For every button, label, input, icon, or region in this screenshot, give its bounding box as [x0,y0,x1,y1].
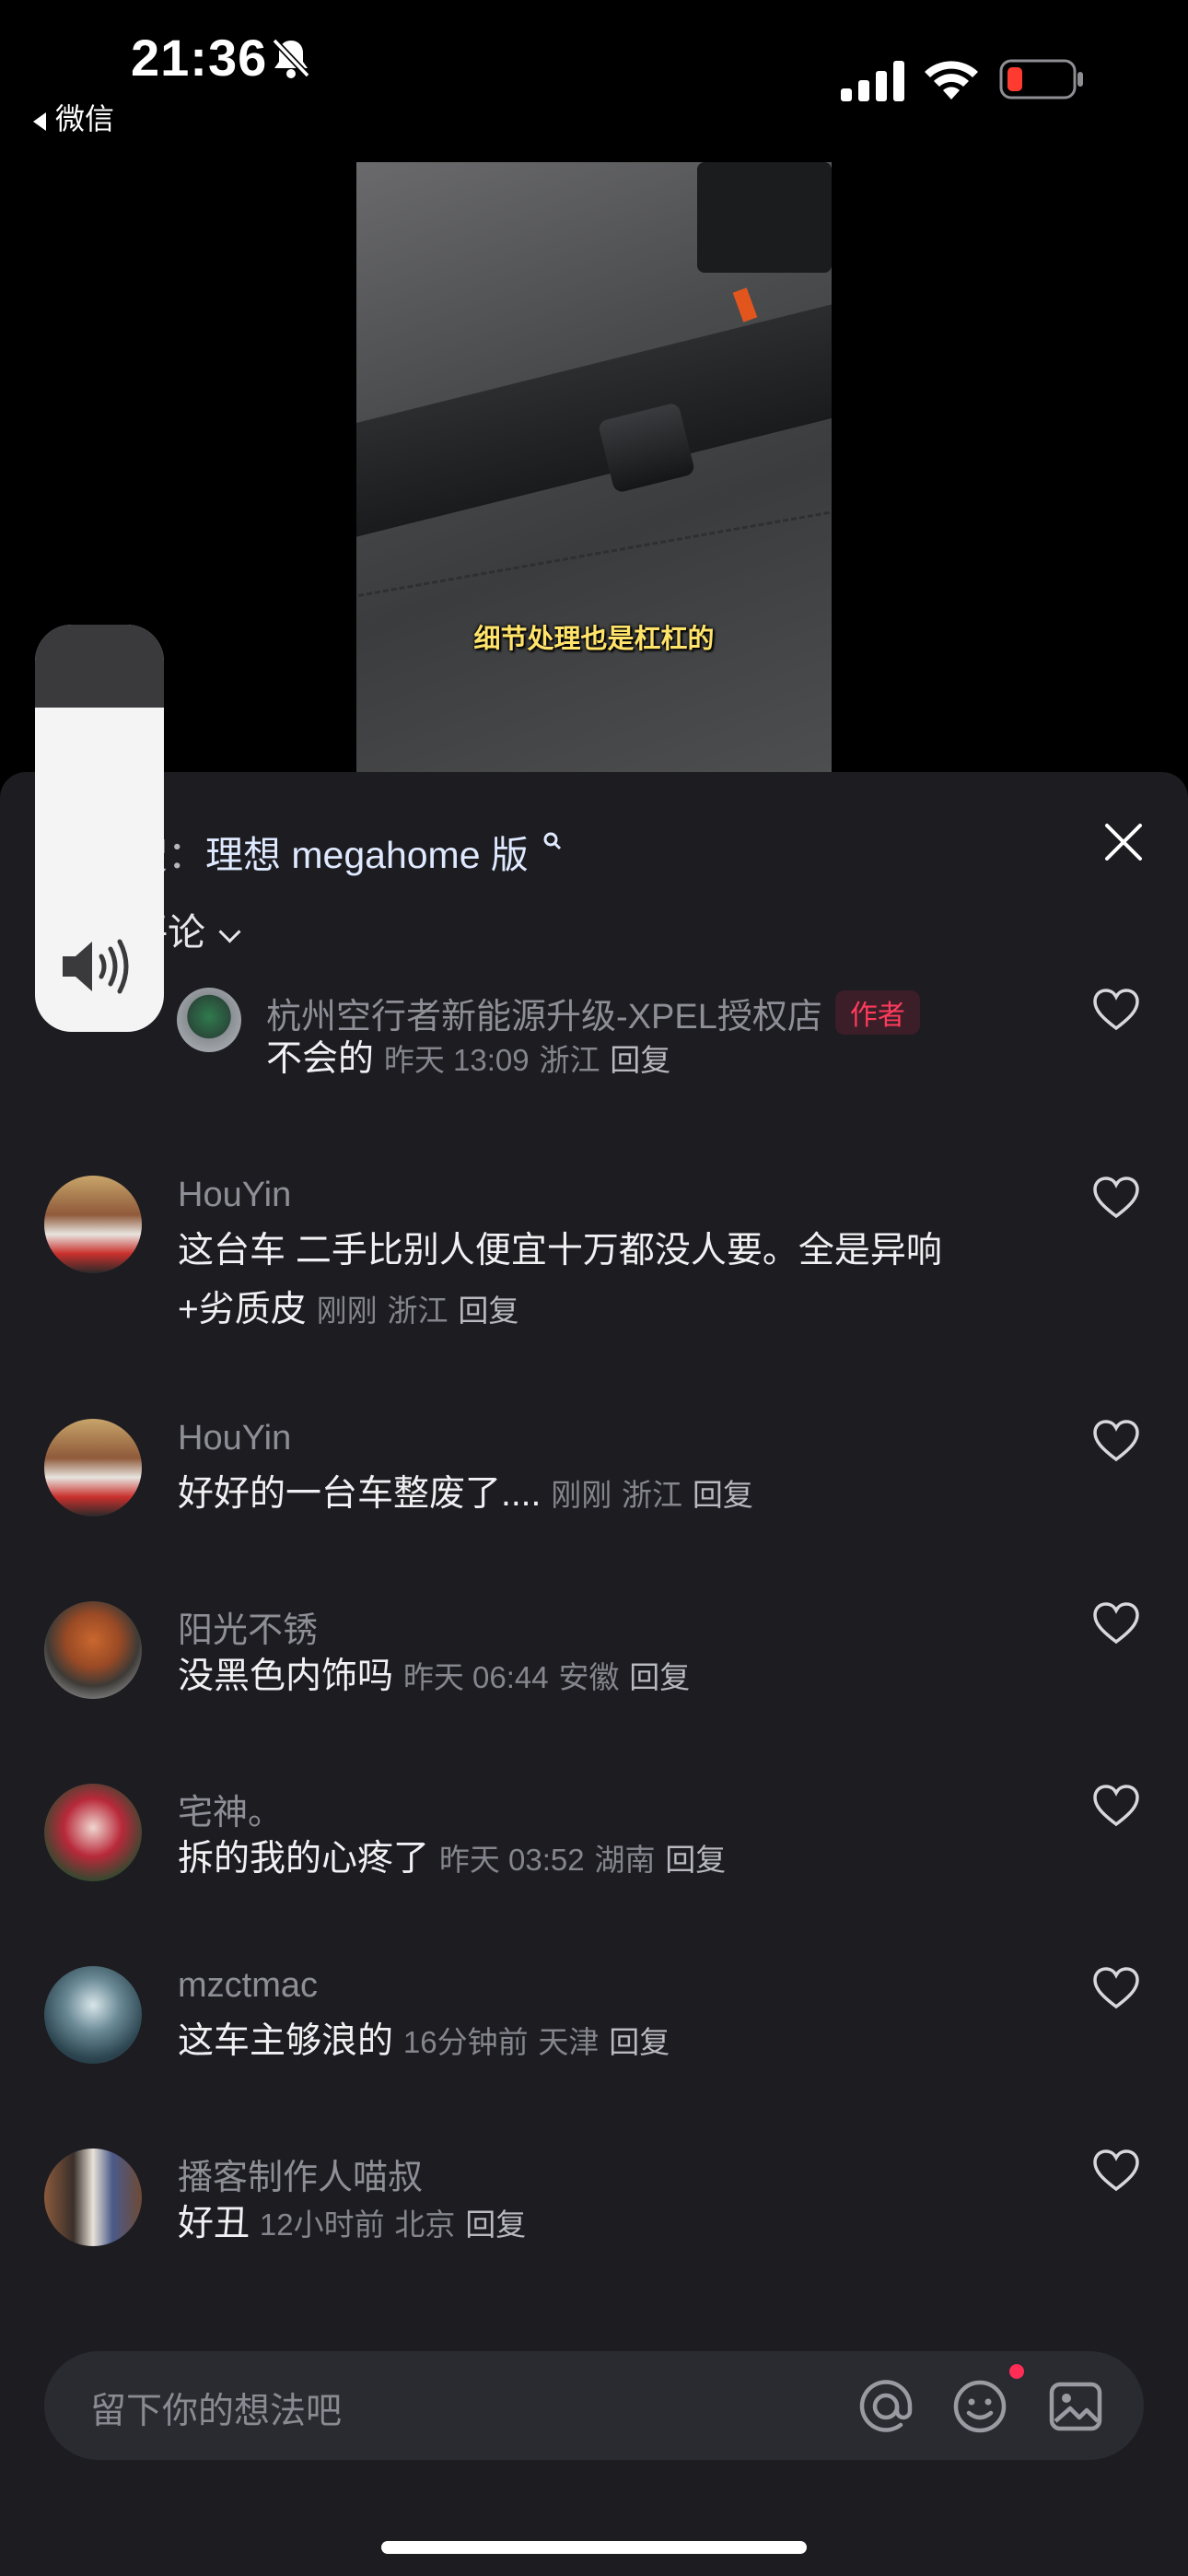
at-icon[interactable] [858,2379,914,2434]
comment-item: 阳光不锈 没黑色内饰吗 昨天 06:44 安徽 回复 [0,1601,1188,1712]
signal-icon [841,61,904,101]
bell-off-icon [272,38,310,78]
video-player[interactable]: 细节处理也是杠杠的 [356,162,832,772]
heart-icon[interactable] [1092,2149,1140,2193]
avatar[interactable] [44,1176,142,1273]
comment-username[interactable]: 阳光不锈 [178,1601,318,1652]
video-subtitle: 细节处理也是杠杠的 [473,625,715,654]
battery-icon [999,59,1083,100]
comment-username[interactable]: HouYin [178,1419,291,1458]
heart-icon[interactable] [1092,1966,1140,2010]
heart-icon[interactable] [1092,988,1140,1032]
speaker-icon [63,939,129,994]
search-icon [543,832,562,850]
comment-item: HouYin 好好的一台车整废了.... 刚刚 浙江 回复 [0,1419,1188,1529]
reply-button[interactable]: 回复 [458,1294,518,1328]
avatar[interactable] [177,988,241,1052]
comment-username[interactable]: HouYin [178,1176,291,1215]
comment-text[interactable]: 这台车 二手比别人便宜十万都没人要。全是异响 +劣质皮 刚刚 浙江 回复 [178,1222,942,1341]
heart-icon[interactable] [1092,1601,1140,1645]
comment-username[interactable]: 宅神。 [178,1784,283,1834]
comment-item: 宅神。 拆的我的心疼了 昨天 03:52 湖南 回复 [0,1784,1188,1894]
comment-text[interactable]: 这车主够浪的 16分钟前 天津 回复 [178,2012,670,2072]
comment-sheet: 在搜：理想 megahome 版 条评论 杭州空行者新能源升级-XPEL授权店作… [0,772,1188,2576]
comment-input-placeholder: 留下你的想法吧 [90,2392,343,2431]
comment-text[interactable]: 好好的一台车整废了.... 刚刚 浙江 回复 [178,1465,753,1525]
comment-text[interactable]: 没黑色内饰吗 昨天 06:44 安徽 回复 [178,1647,690,1707]
image-icon[interactable] [1048,2379,1103,2434]
back-to-wechat-link[interactable]: 微信 [33,96,114,138]
comment-item: mzctmac 这车主够浪的 16分钟前 天津 回复 [0,1966,1188,2077]
avatar[interactable] [44,1419,142,1516]
reply-button[interactable]: 回复 [610,1043,670,1077]
reply-button[interactable]: 回复 [609,2025,670,2059]
avatar[interactable] [44,1966,142,2064]
status-bar: 21:36 微信 [0,0,1188,147]
comment-input[interactable]: 留下你的想法吧 [44,2351,1144,2460]
back-arrow-icon [33,111,46,131]
wifi-icon [925,61,978,100]
avatar[interactable] [44,1601,142,1699]
author-badge: 作者 [834,990,920,1035]
comment-item: 杭州空行者新能源升级-XPEL授权店 作者 不会的 昨天 13:09 浙江 回复 [0,988,1188,1098]
notification-dot [1009,2364,1024,2379]
comment-text[interactable]: 不会的 昨天 13:09 浙江 回复 [266,1030,670,1090]
comment-text[interactable]: 好丑 12小时前 北京 回复 [178,2195,526,2254]
comment-item: 播客制作人喵叔 好丑 12小时前 北京 回复 [0,2149,1188,2259]
reply-button[interactable]: 回复 [629,1660,690,1694]
volume-slider[interactable] [35,625,164,1032]
reply-button[interactable]: 回复 [693,1478,753,1512]
comment-text[interactable]: 拆的我的心疼了 昨天 03:52 湖南 回复 [178,1830,726,1890]
reply-button[interactable]: 回复 [665,1843,726,1877]
search-keyword[interactable]: 理想 megahome 版 [205,834,529,876]
heart-icon[interactable] [1092,1419,1140,1463]
status-time: 21:36 [131,29,268,87]
comment-username[interactable]: 播客制作人喵叔 [178,2149,423,2199]
comment-username[interactable]: mzctmac [178,1966,318,2006]
heart-icon[interactable] [1092,1784,1140,1828]
comment-item: HouYin 这台车 二手比别人便宜十万都没人要。全是异响 +劣质皮 刚刚 浙江… [0,1176,1188,1369]
emoji-icon[interactable] [952,2379,1007,2434]
avatar[interactable] [44,2149,142,2246]
heart-icon[interactable] [1092,1176,1140,1220]
close-icon[interactable] [1101,820,1146,864]
home-indicator[interactable] [381,2541,807,2554]
reply-button[interactable]: 回复 [465,2207,526,2242]
chevron-down-icon [218,920,241,943]
avatar[interactable] [44,1784,142,1881]
